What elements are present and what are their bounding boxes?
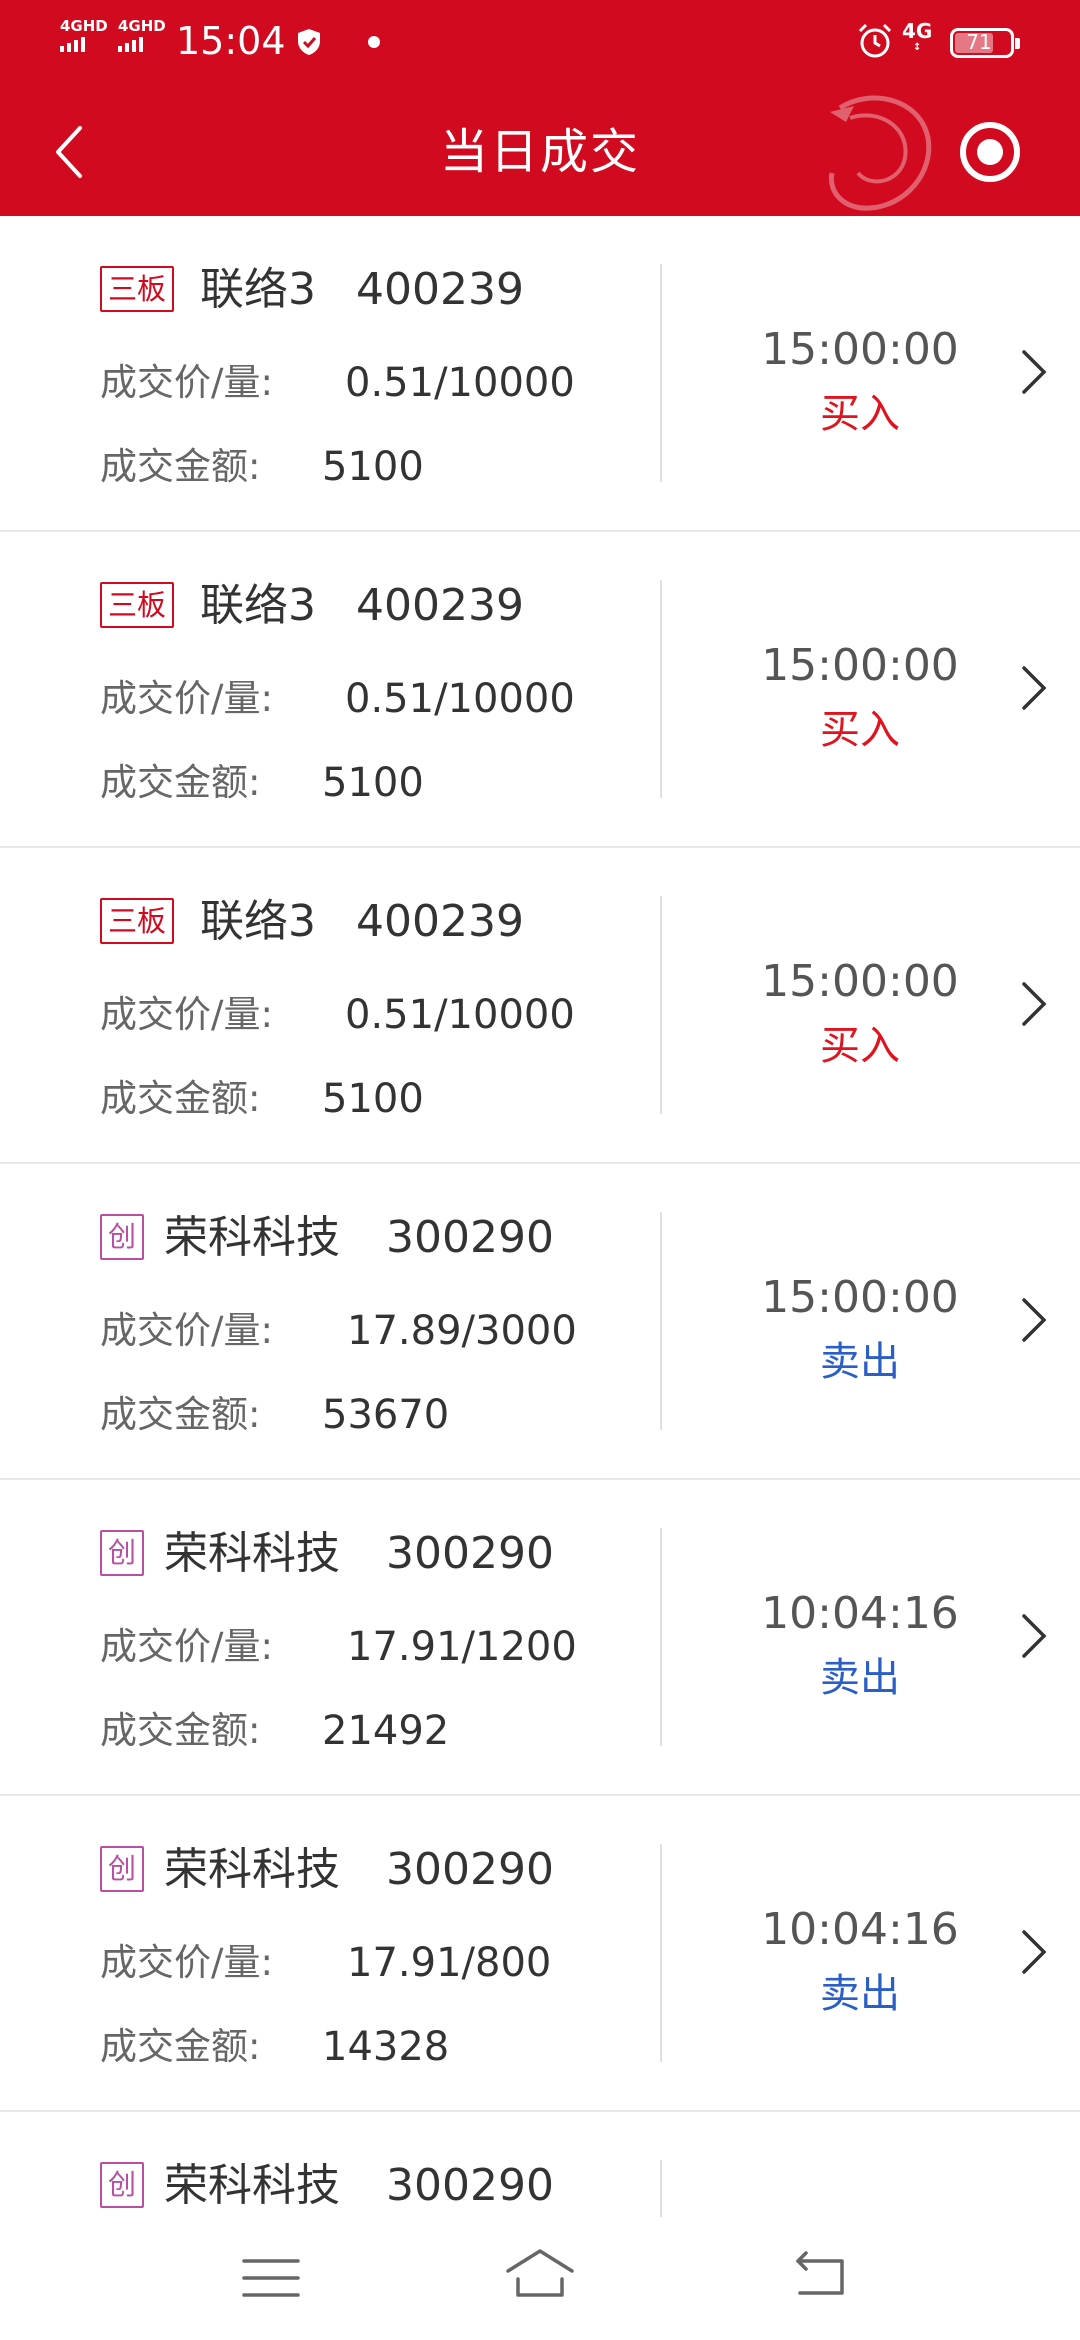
trade-time: 15:00:00 bbox=[761, 956, 959, 1007]
price-qty-label: 成交价/量: bbox=[100, 993, 273, 1036]
amount-label: 成交金额: bbox=[100, 445, 261, 488]
amount-value: 53670 bbox=[322, 1392, 450, 1438]
stock-name: 联络3 bbox=[200, 264, 316, 315]
trade-list: 三板 联络3 400239 成交价/量: 0.51/10000 成交金额: 51… bbox=[0, 216, 1080, 2217]
stock-code: 400239 bbox=[356, 580, 524, 631]
chevron-right-icon[interactable] bbox=[1010, 340, 1056, 404]
dragon-logo-icon bbox=[828, 95, 932, 211]
amount-value: 5100 bbox=[322, 444, 424, 490]
stock-name: 联络3 bbox=[200, 896, 316, 947]
trade-side: 卖出 bbox=[820, 1655, 900, 1701]
stock-name: 联络3 bbox=[200, 580, 316, 631]
stock-name: 荣科科技 bbox=[164, 1212, 340, 1263]
trade-row[interactable]: 创 荣科科技 300290 bbox=[0, 2112, 1080, 2217]
board-badge-chinext: 创 bbox=[100, 1214, 144, 1260]
trade-side: 买入 bbox=[820, 707, 900, 753]
divider bbox=[660, 580, 662, 798]
network-4g-icon: 4G ↕ bbox=[902, 20, 932, 54]
home-icon[interactable] bbox=[504, 2245, 576, 2305]
menu-icon[interactable] bbox=[240, 2255, 302, 2301]
board-badge-sanban: 三板 bbox=[100, 898, 175, 944]
trade-row[interactable]: 创 荣科科技 300290 成交价/量: 17.89/3000 成交金额: 53… bbox=[0, 1164, 1080, 1480]
battery-icon: 71 bbox=[950, 28, 1020, 58]
chevron-right-icon[interactable] bbox=[1010, 1288, 1056, 1352]
amount-label: 成交金额: bbox=[100, 761, 261, 804]
amount-label: 成交金额: bbox=[100, 2025, 261, 2068]
system-nav-bar bbox=[0, 2217, 1080, 2340]
amount-label: 成交金额: bbox=[100, 1709, 261, 1752]
price-qty-label: 成交价/量: bbox=[100, 361, 273, 404]
battery-level: 71 bbox=[966, 30, 992, 54]
trade-side: 买入 bbox=[820, 1023, 900, 1069]
price-qty-value: 0.51/10000 bbox=[345, 676, 575, 722]
shield-icon bbox=[298, 29, 320, 55]
signal-2-icon: 4GHD bbox=[118, 18, 166, 52]
trade-time: 15:00:00 bbox=[761, 1272, 959, 1323]
price-qty-value: 0.51/10000 bbox=[345, 992, 575, 1038]
divider bbox=[660, 1528, 662, 1746]
chevron-right-icon[interactable] bbox=[1010, 656, 1056, 720]
amount-label: 成交金额: bbox=[100, 1077, 261, 1120]
trade-time: 10:04:16 bbox=[761, 1904, 959, 1955]
board-badge-chinext: 创 bbox=[100, 1846, 144, 1892]
stock-code: 300290 bbox=[386, 1528, 554, 1579]
chevron-right-icon[interactable] bbox=[1010, 1604, 1056, 1668]
amount-label: 成交金额: bbox=[100, 1393, 261, 1436]
trade-time: 15:00:00 bbox=[761, 324, 959, 375]
stock-name: 荣科科技 bbox=[164, 1844, 340, 1895]
trade-row[interactable]: 三板 联络3 400239 成交价/量: 0.51/10000 成交金额: 51… bbox=[0, 848, 1080, 1164]
board-badge-sanban: 三板 bbox=[100, 266, 175, 312]
signal-1-icon: 4GHD bbox=[60, 18, 108, 52]
stock-name: 荣科科技 bbox=[164, 1528, 340, 1579]
trade-row[interactable]: 创 荣科科技 300290 成交价/量: 17.91/800 成交金额: 143… bbox=[0, 1796, 1080, 2112]
amount-value: 14328 bbox=[322, 2024, 450, 2070]
trade-time: 15:00:00 bbox=[761, 640, 959, 691]
price-qty-label: 成交价/量: bbox=[100, 1625, 273, 1668]
chevron-right-icon[interactable] bbox=[1010, 1920, 1056, 1984]
trade-row[interactable]: 三板 联络3 400239 成交价/量: 0.51/10000 成交金额: 51… bbox=[0, 532, 1080, 848]
status-clock: 15:04 bbox=[176, 19, 286, 63]
status-bar: 4GHD 4GHD 15:04 4G ↕ 71 bbox=[0, 0, 1080, 88]
divider bbox=[660, 896, 662, 1114]
board-badge-sanban: 三板 bbox=[100, 582, 175, 628]
amount-value: 5100 bbox=[322, 760, 424, 806]
chevron-right-icon[interactable] bbox=[1010, 972, 1056, 1036]
stock-code: 300290 bbox=[386, 1844, 554, 1895]
trade-side: 卖出 bbox=[820, 1971, 900, 2017]
divider bbox=[660, 264, 662, 482]
price-qty-value: 17.89/3000 bbox=[347, 1308, 577, 1354]
divider bbox=[660, 1844, 662, 2062]
trade-side: 卖出 bbox=[820, 1339, 900, 1385]
price-qty-value: 17.91/800 bbox=[347, 1940, 552, 1986]
signal-1-label: 4GHD bbox=[60, 17, 108, 35]
target-record-icon[interactable] bbox=[958, 120, 1022, 184]
return-icon[interactable] bbox=[790, 2247, 854, 2303]
divider bbox=[660, 1212, 662, 1430]
network-label: 4G bbox=[902, 19, 933, 43]
divider bbox=[660, 2160, 662, 2217]
trade-row[interactable]: 创 荣科科技 300290 成交价/量: 17.91/1200 成交金额: 21… bbox=[0, 1480, 1080, 1796]
stock-code: 300290 bbox=[386, 1212, 554, 1263]
signal-2-label: 4GHD bbox=[118, 17, 166, 35]
price-qty-value: 17.91/1200 bbox=[347, 1624, 577, 1670]
price-qty-label: 成交价/量: bbox=[100, 677, 273, 720]
app-header: 当日成交 bbox=[0, 88, 1080, 216]
trade-time: 10:04:16 bbox=[761, 1588, 959, 1639]
trade-side: 买入 bbox=[820, 391, 900, 437]
amount-value: 21492 bbox=[322, 1708, 450, 1754]
price-qty-label: 成交价/量: bbox=[100, 1941, 273, 1984]
stock-name: 荣科科技 bbox=[164, 2160, 340, 2211]
amount-value: 5100 bbox=[322, 1076, 424, 1122]
notification-dot-icon bbox=[368, 36, 380, 48]
trade-row[interactable]: 三板 联络3 400239 成交价/量: 0.51/10000 成交金额: 51… bbox=[0, 216, 1080, 532]
board-badge-chinext: 创 bbox=[100, 2162, 144, 2208]
price-qty-value: 0.51/10000 bbox=[345, 360, 575, 406]
stock-code: 400239 bbox=[356, 896, 524, 947]
alarm-icon bbox=[858, 23, 892, 58]
network-sub: ↕ bbox=[912, 42, 922, 53]
price-qty-label: 成交价/量: bbox=[100, 1309, 273, 1352]
stock-code: 300290 bbox=[386, 2160, 554, 2211]
board-badge-chinext: 创 bbox=[100, 1530, 144, 1576]
stock-code: 400239 bbox=[356, 264, 524, 315]
